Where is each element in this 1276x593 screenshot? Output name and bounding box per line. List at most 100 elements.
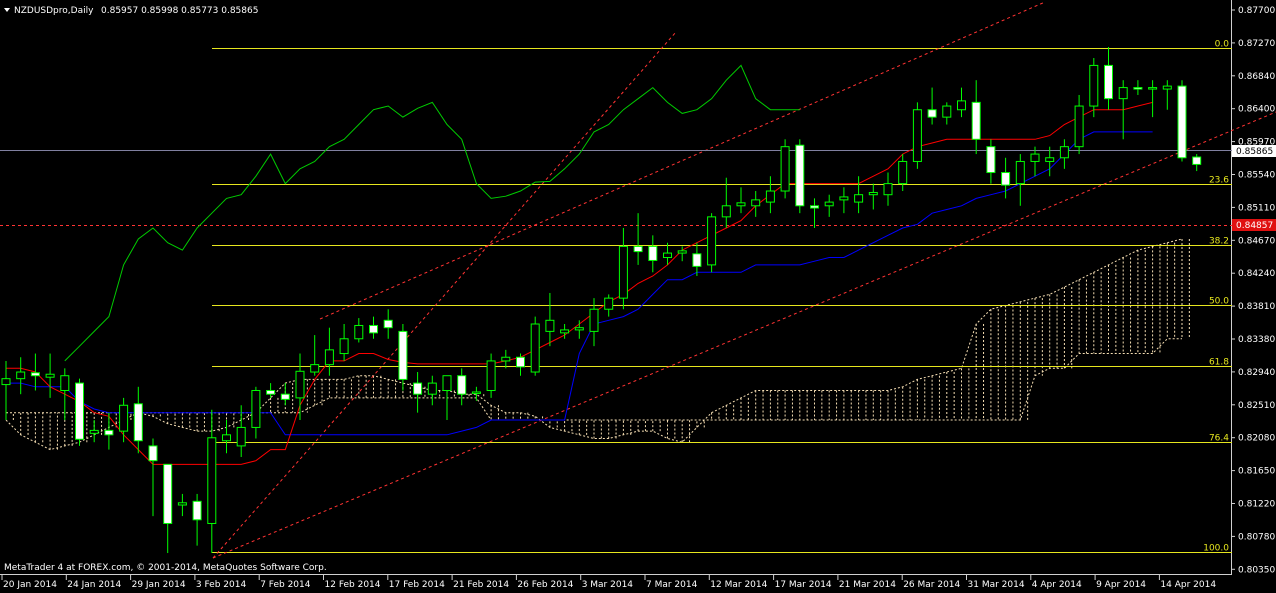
- candle-body-bull: [442, 375, 452, 391]
- candle-body-bear: [1133, 87, 1143, 90]
- candle[interactable]: [912, 102, 922, 169]
- price-tick-label: 0.82510: [1238, 401, 1275, 411]
- candle[interactable]: [530, 316, 540, 376]
- price-tick-label: 0.84670: [1238, 236, 1275, 246]
- date-tick-label: 26 Feb 2014: [517, 580, 573, 590]
- candle-body-bull: [560, 329, 570, 334]
- date-tick-label: 4 Apr 2014: [1032, 580, 1082, 590]
- candle-body-bull: [471, 391, 481, 394]
- candle-body-bull: [310, 364, 320, 373]
- date-tick-label: 17 Feb 2014: [389, 580, 445, 590]
- date-tick-label: 29 Jan 2014: [132, 580, 186, 590]
- date-tick-label: 21 Mar 2014: [839, 580, 896, 590]
- fib-level-label: 100.0: [1203, 544, 1229, 554]
- candle-body-bear: [163, 463, 173, 524]
- price-tick-label: 0.82080: [1238, 434, 1275, 444]
- candle-body-bull: [839, 196, 849, 201]
- candle-body-bull: [251, 389, 261, 428]
- candle-body-bull: [45, 373, 55, 378]
- date-tick-label: 7 Mar 2014: [646, 580, 698, 590]
- candle-body-bull: [663, 252, 672, 259]
- candle-body-bear: [133, 403, 143, 442]
- candle-body-bear: [795, 144, 805, 207]
- candle-body-bear: [986, 146, 996, 174]
- candle[interactable]: [780, 139, 790, 199]
- date-tick-label: 3 Feb 2014: [196, 580, 247, 590]
- symbol-label: NZDUSDpro,Daily: [14, 6, 94, 16]
- candle-body-bull: [545, 319, 555, 332]
- candle[interactable]: [707, 213, 717, 273]
- chart-background: [0, 0, 1276, 593]
- candle-body-bear: [192, 500, 202, 521]
- price-tick-label: 0.87700: [1238, 6, 1275, 16]
- candle-body-bull: [427, 382, 437, 395]
- candle-body-bull: [1089, 64, 1099, 107]
- candle[interactable]: [795, 139, 805, 214]
- candle-body-bear: [1192, 156, 1202, 165]
- candle-body-bear: [633, 245, 643, 253]
- candle-body-bull: [912, 109, 922, 162]
- candle-body-bull: [898, 160, 908, 185]
- price-tick-label: 0.86840: [1238, 72, 1275, 82]
- fib-level-label: 61.8: [1209, 358, 1229, 368]
- candle-body-bear: [398, 330, 408, 380]
- candle-body-bull: [604, 297, 614, 310]
- candle-body-bear: [1001, 172, 1011, 186]
- price-tick-label: 0.80350: [1238, 565, 1275, 575]
- price-tick-label: 0.81650: [1238, 467, 1275, 477]
- candle-body-bull: [1118, 87, 1128, 100]
- candle-body-bull: [780, 146, 790, 192]
- candle-body-bull: [736, 202, 746, 207]
- candle-body-bull: [486, 360, 496, 391]
- date-tick-label: 14 Apr 2014: [1160, 580, 1216, 590]
- date-tick-label: 21 Feb 2014: [453, 580, 509, 590]
- candle-body-bear: [810, 205, 819, 209]
- price-tick-label: 0.84240: [1238, 269, 1275, 279]
- candle-body-bear: [413, 382, 423, 395]
- candle-body-bull: [677, 250, 687, 254]
- candle-body-bear: [369, 324, 378, 334]
- candle-body-bear: [383, 319, 393, 329]
- candle-body-bull: [1074, 105, 1084, 148]
- candle-body-bull: [574, 327, 584, 331]
- candle-body-bull: [354, 324, 364, 340]
- candle[interactable]: [75, 378, 84, 446]
- date-tick-label: 17 Mar 2014: [775, 580, 832, 590]
- fib-level-label: 38.2: [1209, 237, 1229, 247]
- candle-body-bear: [648, 245, 658, 261]
- candle-body-bear: [75, 382, 84, 440]
- candle-body-bear: [1104, 64, 1113, 100]
- date-tick-label: 24 Jan 2014: [67, 580, 121, 590]
- candle-body-bear: [927, 109, 937, 118]
- date-tick-label: 9 Apr 2014: [1096, 580, 1146, 590]
- alert-price-text: 0.84857: [1236, 221, 1273, 231]
- fib-level-label: 76.4: [1209, 434, 1229, 444]
- candle-body-bull: [707, 216, 717, 266]
- price-tick-label: 0.87270: [1238, 39, 1275, 49]
- candle-body-bull: [751, 199, 761, 207]
- candle-body-bull: [207, 437, 217, 524]
- candle-body-bull: [1162, 85, 1172, 90]
- date-tick-label: 7 Feb 2014: [260, 580, 311, 590]
- candle-body-bull: [942, 105, 952, 118]
- candle-body-bull: [589, 308, 599, 332]
- candle-body-bull: [119, 404, 129, 432]
- candle-body-bull: [1059, 146, 1069, 159]
- candle-body-bear: [457, 375, 467, 395]
- candle-body-bull: [1045, 157, 1055, 162]
- price-tick-label: 0.86400: [1238, 105, 1275, 115]
- candle-body-bear: [1177, 85, 1187, 159]
- candle-body-bear: [148, 445, 158, 462]
- price-tick-label: 0.83380: [1238, 335, 1275, 345]
- candle-body-bull: [824, 201, 834, 207]
- candle-body-bull: [765, 190, 775, 203]
- candle[interactable]: [1177, 80, 1187, 162]
- candle-body-bull: [957, 100, 966, 111]
- candle-body-bull: [236, 426, 246, 447]
- candle-body-bull: [1, 378, 11, 386]
- price-chart[interactable]: 0.0 23.6 38.2 50.0 61.8 76.4 100.0 NZDUSDpro,D…: [0, 0, 1276, 593]
- candle-body-bull: [1030, 153, 1040, 162]
- candle-body-bull: [501, 356, 511, 362]
- candle-body-bull: [854, 194, 864, 203]
- candle-body-bear: [280, 393, 290, 400]
